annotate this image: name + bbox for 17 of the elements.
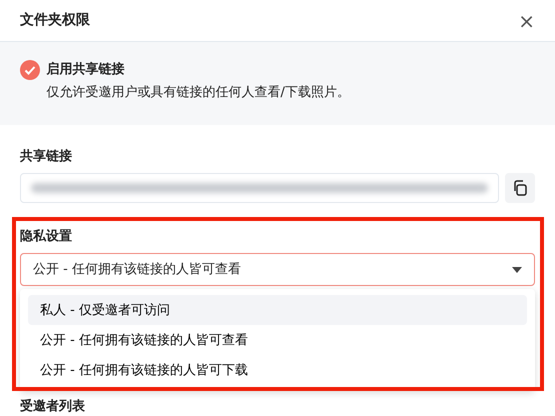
link-field[interactable]	[20, 173, 498, 203]
section-label: 受邀者列表	[20, 398, 86, 416]
copy-icon	[512, 180, 528, 196]
selected-value: 公开 - 任何拥有该链接的人皆可查看	[33, 260, 241, 279]
checked-icon[interactable]	[20, 60, 40, 80]
dropdown-option[interactable]: 公开 - 任何拥有该链接的人皆可查看	[28, 325, 527, 356]
section-label: 隐私设置	[20, 228, 73, 246]
caret-icon	[512, 266, 522, 272]
close-button[interactable]: ×	[518, 10, 535, 30]
dropdown-option[interactable]: 私人 - 仅受邀者可访问	[28, 295, 527, 326]
share-description: 仅允许受邀用户或具有链接的任何人查看/下载照片。	[46, 84, 350, 102]
copy-button[interactable]	[505, 173, 535, 203]
dropdown-option[interactable]: 公开 - 任何拥有该链接的人皆可下载	[28, 355, 527, 386]
share-title: 启用共享链接	[46, 60, 126, 79]
privacy-select[interactable]: 公开 - 任何拥有该链接的人皆可查看	[20, 253, 535, 286]
dialog-title: 文件夹权限	[20, 11, 90, 30]
section-label: 共享链接	[20, 148, 73, 166]
